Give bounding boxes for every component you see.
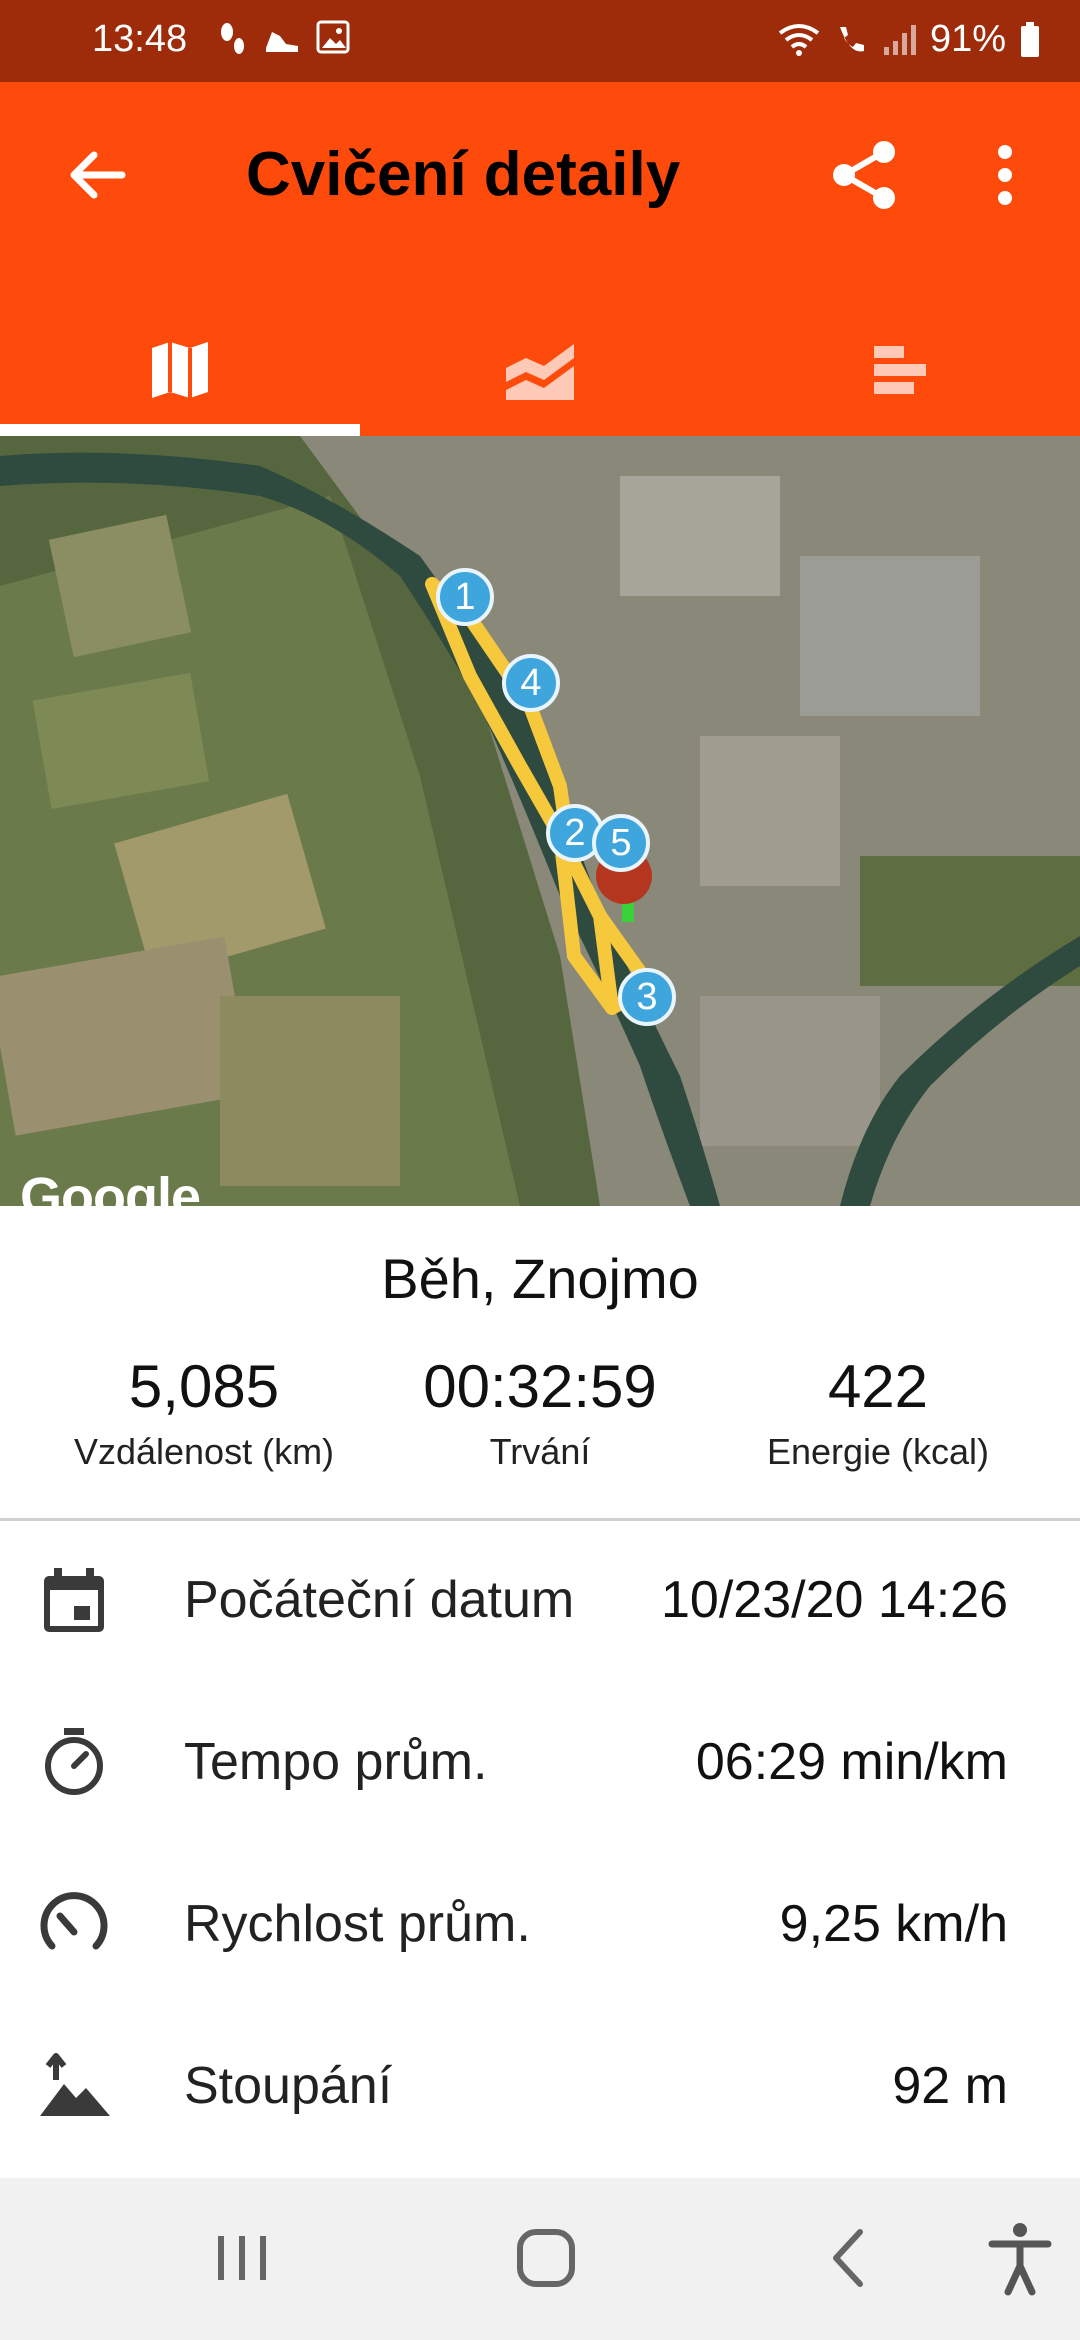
route-map[interactable]: 1 4 2 5 3 Google (0, 436, 1080, 1206)
stat-distance: 5,085 Vzdálenost (km) (24, 1352, 384, 1473)
route-marker[interactable]: 1 (436, 568, 494, 626)
detail-value: 92 m (892, 2057, 1008, 2115)
detail-value: 10/23/20 14:26 (661, 1571, 1008, 1629)
detail-value: 06:29 min/km (695, 1733, 1008, 1791)
activity-title: Běh, Znojmo (0, 1246, 1080, 1311)
stat-label: Trvání (489, 1431, 591, 1472)
speedometer-icon (40, 1892, 108, 1950)
map-attribution: Google (20, 1167, 201, 1206)
home-icon[interactable] (506, 2218, 586, 2298)
chart-tab[interactable] (360, 310, 720, 430)
route-marker[interactable]: 5 (592, 814, 650, 872)
detail-row-ascent: Stoupání 92 m (0, 2006, 1080, 2166)
back-button[interactable] (62, 140, 132, 210)
detail-row-speed: Rychlost prům. 9,25 km/h (0, 1844, 1080, 2004)
laps-tab[interactable] (720, 310, 1080, 430)
image-icon (316, 20, 350, 54)
detail-label: Stoupání (184, 2057, 393, 2115)
system-navigation-bar (0, 2178, 1080, 2340)
back-icon[interactable] (810, 2218, 890, 2298)
calendar-icon (44, 1568, 104, 1632)
stat-label: Vzdálenost (km) (73, 1431, 335, 1472)
shoe-icon (266, 32, 298, 52)
page-title: Cvičení detaily (246, 140, 681, 209)
battery-percent: 91% (929, 18, 1006, 60)
wifi-icon (778, 23, 820, 56)
wifi-calling-icon (839, 26, 864, 51)
mountain-icon (40, 2053, 110, 2116)
activity-type: Běh, (381, 1247, 497, 1310)
stat-energy: 422 Energie (kcal) (698, 1352, 1058, 1473)
share-button[interactable] (832, 140, 898, 210)
bars-icon (874, 346, 926, 394)
stopwatch-icon (45, 1728, 103, 1795)
stat-label: Energie (kcal) (766, 1431, 990, 1472)
satellite-imagery (0, 436, 1080, 1206)
detail-value: 9,25 km/h (779, 1895, 1008, 1953)
map-icon (152, 342, 208, 398)
battery-icon (1021, 21, 1039, 57)
detail-label: Počáteční datum (184, 1571, 575, 1629)
route-marker[interactable]: 3 (618, 968, 676, 1026)
route-marker[interactable]: 4 (502, 654, 560, 712)
system-status: 91% (778, 18, 1040, 61)
status-time: 13:48 (92, 18, 188, 60)
stat-duration: 00:32:59 Trvání (360, 1352, 720, 1473)
map-tab[interactable] (0, 310, 360, 430)
recents-icon[interactable] (202, 2218, 282, 2298)
detail-row-start-date: Počáteční datum 10/23/20 14:26 (0, 1520, 1080, 1680)
activity-location: Znojmo (512, 1247, 699, 1310)
stat-value: 422 (827, 1353, 929, 1420)
detail-row-pace: Tempo prům. 06:29 min/km (0, 1682, 1080, 1842)
detail-label: Tempo prům. (184, 1733, 488, 1791)
status-bar: 13:48 91% (0, 0, 1080, 82)
notification-icons (218, 20, 350, 60)
more-options-button[interactable] (990, 140, 1020, 210)
area-chart-icon (506, 344, 574, 400)
stat-value: 00:32:59 (423, 1353, 657, 1420)
steps-icon (221, 23, 244, 54)
accessibility-icon[interactable] (980, 2218, 1060, 2298)
stat-value: 5,085 (128, 1353, 280, 1420)
detail-label: Rychlost prům. (184, 1895, 531, 1953)
signal-icon (883, 24, 916, 55)
tab-indicator (0, 424, 360, 436)
